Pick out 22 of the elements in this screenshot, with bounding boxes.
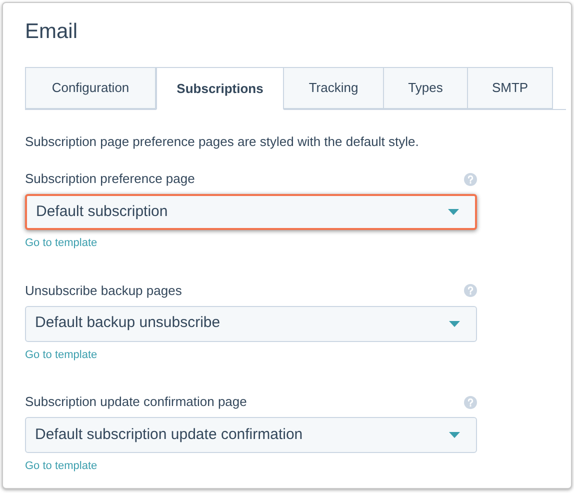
description-text: Subscription page preference pages are styled with the default style.	[25, 133, 420, 151]
tab[interactable]: Subscriptions	[156, 67, 284, 110]
dropdown-field[interactable]: Default subscription update confirmation	[25, 417, 477, 453]
help-icon[interactable]	[464, 284, 477, 297]
tab[interactable]: Types	[384, 67, 468, 109]
dropdown-value: Default backup unsubscribe	[35, 313, 220, 334]
tab[interactable]: Configuration	[25, 67, 156, 109]
dropdown-value: Default subscription	[36, 202, 168, 222]
dropdown-field[interactable]: Default backup unsubscribe	[25, 306, 477, 342]
field-label: Subscription preference page	[25, 170, 195, 188]
dropdown-field[interactable]: Default subscription	[25, 194, 477, 230]
dropdown-value: Default subscription update confirmation	[35, 424, 303, 445]
caret-icon	[449, 432, 460, 438]
tab[interactable]: SMTP	[468, 67, 553, 109]
field-label: Subscription update confirmation page	[25, 393, 247, 411]
caret-icon	[448, 209, 459, 215]
field-label: Unsubscribe backup pages	[25, 282, 182, 300]
help-icon[interactable]	[464, 396, 477, 408]
help-icon[interactable]	[464, 172, 477, 186]
page-title: Email	[25, 19, 79, 45]
tab[interactable]: Tracking	[284, 67, 384, 109]
caret-icon	[449, 320, 460, 326]
